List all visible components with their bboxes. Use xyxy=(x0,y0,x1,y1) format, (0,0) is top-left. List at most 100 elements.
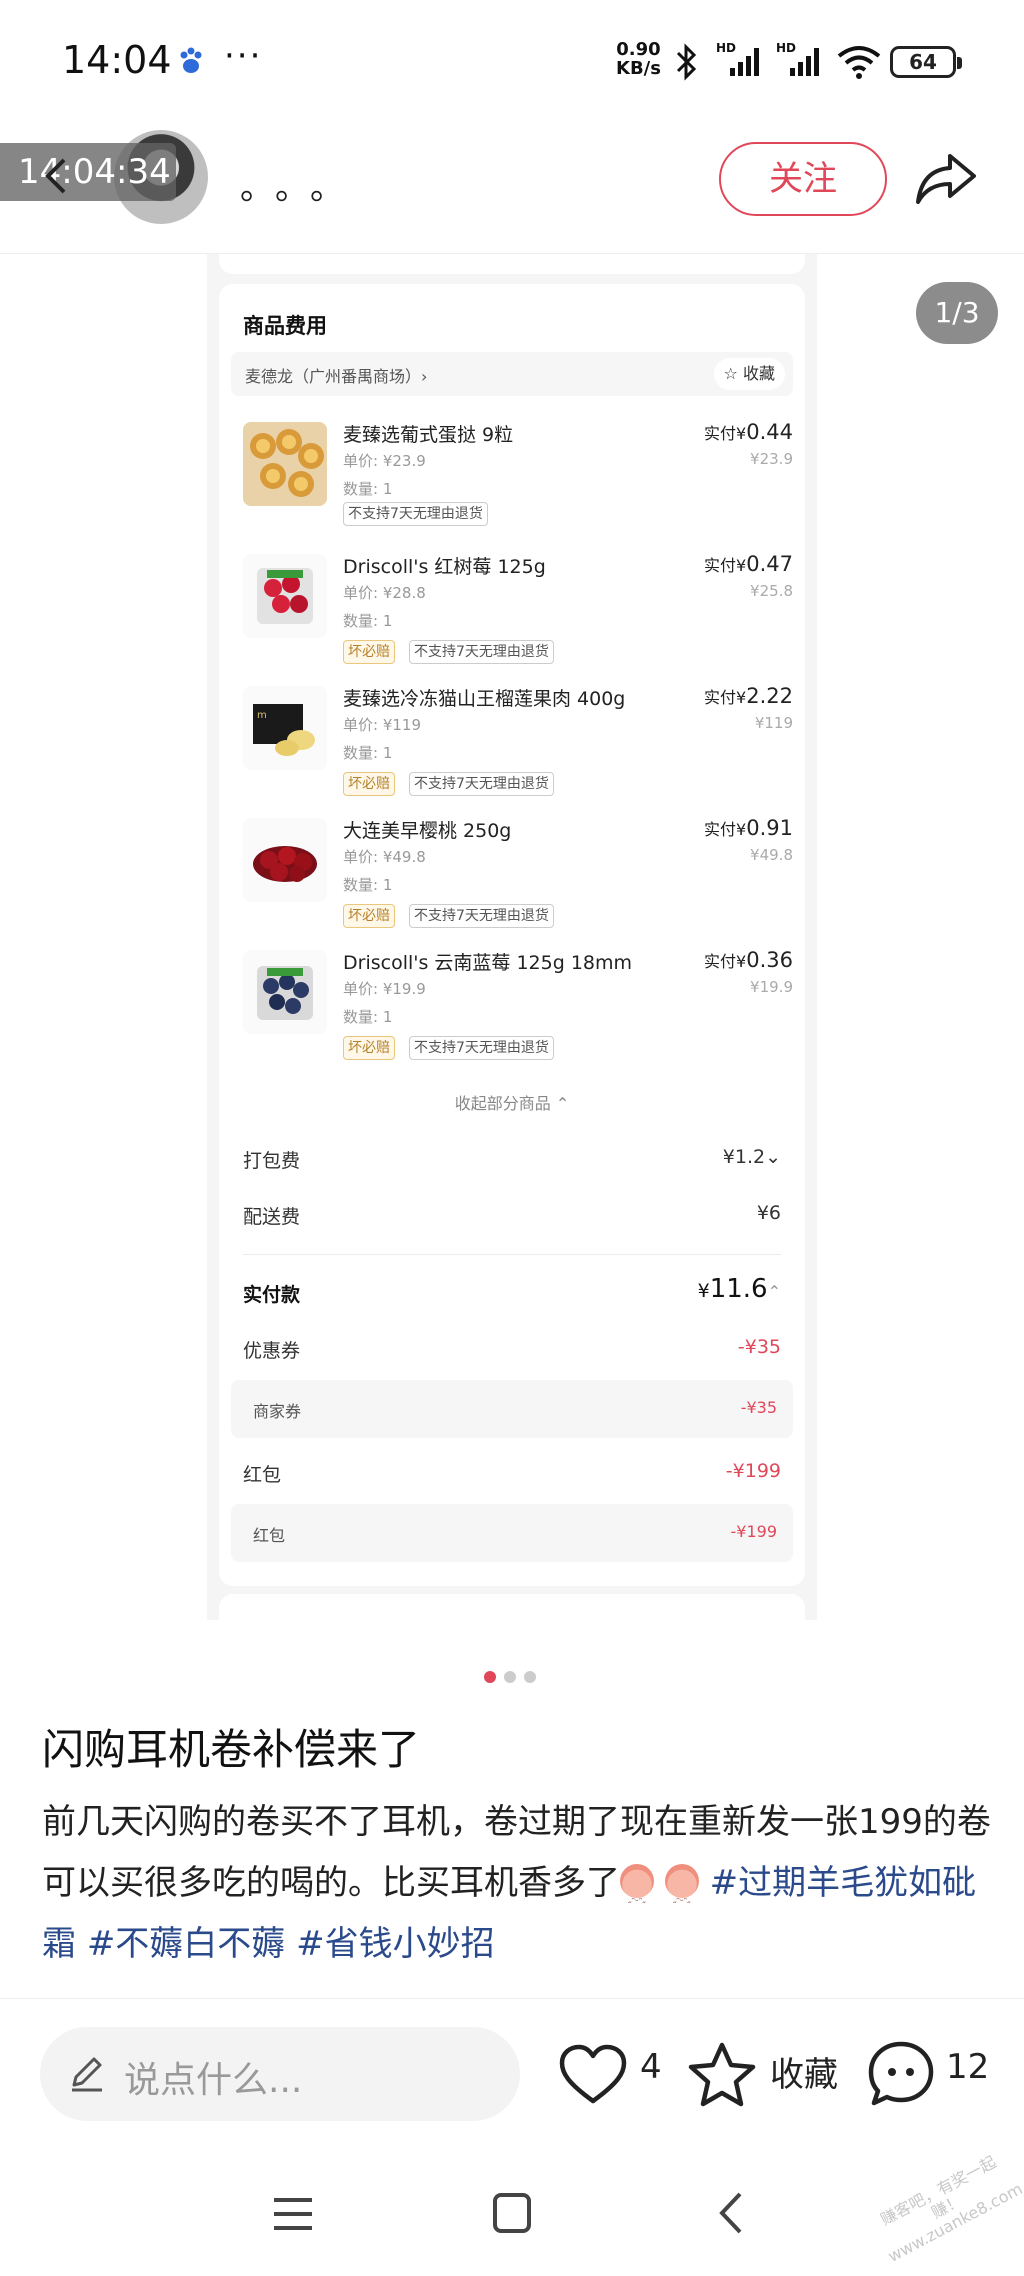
item-name: 麦臻选葡式蛋挞 9粒 xyxy=(343,424,514,446)
signal-hd-icon-2: HD xyxy=(776,41,819,76)
store-fav-badge: ☆ 收藏 xyxy=(713,358,785,390)
card-title: 商品费用 xyxy=(243,314,327,338)
wifi-icon xyxy=(837,46,881,79)
prev-card-edge xyxy=(219,254,805,274)
post-header: 14:04:34 。。。 关注 xyxy=(0,126,1024,254)
item-unit-price: 单价: ¥119 xyxy=(343,716,421,734)
divider xyxy=(243,1254,781,1255)
item-tag: 不支持7天无理由退货 xyxy=(409,904,554,928)
home-icon[interactable] xyxy=(492,2192,532,2234)
item-paid: 实付¥0.44 xyxy=(704,420,793,444)
item-name: Driscoll's 红树莓 125g xyxy=(343,556,546,578)
item-name: 大连美早樱桃 250g xyxy=(343,820,512,842)
comment-input[interactable]: 说点什么... xyxy=(40,2027,520,2121)
page-dot-active xyxy=(484,1671,496,1683)
item-orig-price: ¥19.9 xyxy=(750,978,793,996)
list-item: m 麦臻选冷冻猫山王榴莲果肉 400g 单价: ¥119 数量: 1 坏必赔 不… xyxy=(243,680,793,802)
image-viewer[interactable]: 1/3 商品费用 麦德龙（广州番禺商场）› ☆ 收藏 麦臻选葡式蛋挞 9粒 单价… xyxy=(0,254,1024,1624)
fee-card: 商品费用 麦德龙（广州番禺商场）› ☆ 收藏 麦臻选葡式蛋挞 9粒 单价: ¥2… xyxy=(219,284,805,1586)
heart-icon[interactable] xyxy=(558,2043,628,2107)
list-item: 大连美早樱桃 250g 单价: ¥49.8 数量: 1 坏必赔 不支持7天无理由… xyxy=(243,812,793,934)
share-icon[interactable] xyxy=(914,150,978,206)
blueberry-thumb xyxy=(243,950,327,1034)
hashtag-link[interactable]: #不薅白不薅 xyxy=(87,1924,286,1964)
author-name[interactable]: 。。。 xyxy=(240,160,362,209)
svg-text:HD: HD xyxy=(716,41,736,55)
egg-tart-thumb xyxy=(243,422,327,506)
page-dot xyxy=(524,1671,536,1683)
item-tag-guarantee: 坏必赔 xyxy=(343,904,395,928)
follow-button[interactable]: 关注 xyxy=(719,142,887,216)
svg-text:HD: HD xyxy=(776,41,796,55)
item-unit-price: 单价: ¥28.8 xyxy=(343,584,426,602)
baidu-paw-icon xyxy=(180,47,202,73)
item-orig-price: ¥49.8 xyxy=(750,846,793,864)
status-bar: 14:04 ··· 0.90 KB/s HD HD 64 xyxy=(0,0,1024,126)
list-item: 麦臻选葡式蛋挞 9粒 单价: ¥23.9 数量: 1 不支持7天无理由退货 实付… xyxy=(243,416,793,538)
image-pagination xyxy=(484,1668,544,1683)
item-paid: 实付¥0.91 xyxy=(704,816,793,840)
favorite-label[interactable]: 收藏 xyxy=(770,2047,838,2096)
hashtag-link[interactable]: #省钱小妙招 xyxy=(296,1924,495,1964)
item-tag: 不支持7天无理由退货 xyxy=(409,1036,554,1060)
merchant-coupon-row: 商家券 -¥35 xyxy=(231,1380,793,1438)
packing-fee-row: 打包费 ¥1.2⌄ xyxy=(243,1146,781,1172)
item-unit-price: 单价: ¥23.9 xyxy=(343,452,426,470)
item-paid: 实付¥2.22 xyxy=(704,684,793,708)
screenshot-image: 商品费用 麦德龙（广州番禺商场）› ☆ 收藏 麦臻选葡式蛋挞 9粒 单价: ¥2… xyxy=(207,254,817,1620)
coupon-row: 优惠券 -¥35 xyxy=(243,1336,781,1362)
star-icon[interactable] xyxy=(686,2041,758,2109)
item-orig-price: ¥119 xyxy=(754,714,793,732)
store-row: 麦德龙（广州番禺商场）› ☆ 收藏 xyxy=(231,352,793,396)
bluetooth-icon xyxy=(676,43,697,81)
comment-count: 12 xyxy=(946,2047,990,2087)
menu-icon[interactable] xyxy=(272,2194,314,2234)
cherry-thumb xyxy=(243,818,327,902)
post-body: 前几天闪购的卷买不了耳机，卷过期了现在重新发一张199的卷 可以买很多吃的喝的。… xyxy=(42,1792,992,1975)
delivery-fee-row: 配送费 ¥6 xyxy=(243,1202,781,1228)
system-nav-bar xyxy=(0,2148,1024,2276)
item-qty: 数量: 1 xyxy=(343,876,393,894)
item-qty: 数量: 1 xyxy=(343,1008,393,1026)
store-name: 麦德龙（广州番禺商场）› xyxy=(245,367,428,386)
item-unit-price: 单价: ¥19.9 xyxy=(343,980,426,998)
item-tag: 不支持7天无理由退货 xyxy=(409,772,554,796)
raspberry-thumb xyxy=(243,554,327,638)
item-qty: 数量: 1 xyxy=(343,744,393,762)
durian-thumb: m xyxy=(243,686,327,770)
item-qty: 数量: 1 xyxy=(343,612,393,630)
item-name: 麦臻选冷冻猫山王榴莲果肉 400g xyxy=(343,688,626,710)
status-time: 14:04 xyxy=(62,38,172,82)
item-orig-price: ¥25.8 xyxy=(750,582,793,600)
battery-indicator: 64 xyxy=(890,46,962,78)
like-count: 4 xyxy=(640,2047,662,2087)
pen-icon xyxy=(72,2057,102,2092)
item-unit-price: 单价: ¥49.8 xyxy=(343,848,426,866)
page-dot xyxy=(504,1671,516,1683)
item-tag: 不支持7天无理由退货 xyxy=(343,502,488,526)
list-item: Driscoll's 红树莓 125g 单价: ¥28.8 数量: 1 坏必赔 … xyxy=(243,548,793,670)
redpacket-sub-row: 红包 -¥199 xyxy=(231,1504,793,1562)
signal-hd-icon: HD xyxy=(716,41,759,76)
timestamp-overlay: 14:04:34 xyxy=(0,143,176,201)
post-title: 闪购耳机卷补偿来了 xyxy=(42,1725,421,1774)
collapse-items-link: 收起部分商品 ⌃ xyxy=(454,1094,570,1113)
item-orig-price: ¥23.9 xyxy=(750,450,793,468)
peach-emoji-icon xyxy=(620,1864,654,1933)
page-counter: 1/3 xyxy=(916,282,998,344)
bottom-action-bar: 说点什么... 4 收藏 12 xyxy=(0,1998,1024,2148)
comment-placeholder: 说点什么... xyxy=(124,2060,303,2101)
item-paid: 实付¥0.47 xyxy=(704,552,793,576)
item-tag-guarantee: 坏必赔 xyxy=(343,772,395,796)
back-arrow-icon[interactable] xyxy=(38,156,78,196)
item-tag-guarantee: 坏必赔 xyxy=(343,640,395,664)
comment-icon[interactable] xyxy=(866,2039,936,2109)
item-paid: 实付¥0.36 xyxy=(704,948,793,972)
nav-back-icon[interactable] xyxy=(716,2190,746,2236)
next-card-edge xyxy=(219,1594,805,1620)
item-tag-guarantee: 坏必赔 xyxy=(343,1036,395,1060)
item-name: Driscoll's 云南蓝莓 125g 18mm xyxy=(343,952,633,974)
network-speed: 0.90 KB/s xyxy=(616,39,661,79)
list-item: Driscoll's 云南蓝莓 125g 18mm 单价: ¥19.9 数量: … xyxy=(243,944,793,1066)
redpacket-row: 红包 -¥199 xyxy=(243,1460,781,1486)
